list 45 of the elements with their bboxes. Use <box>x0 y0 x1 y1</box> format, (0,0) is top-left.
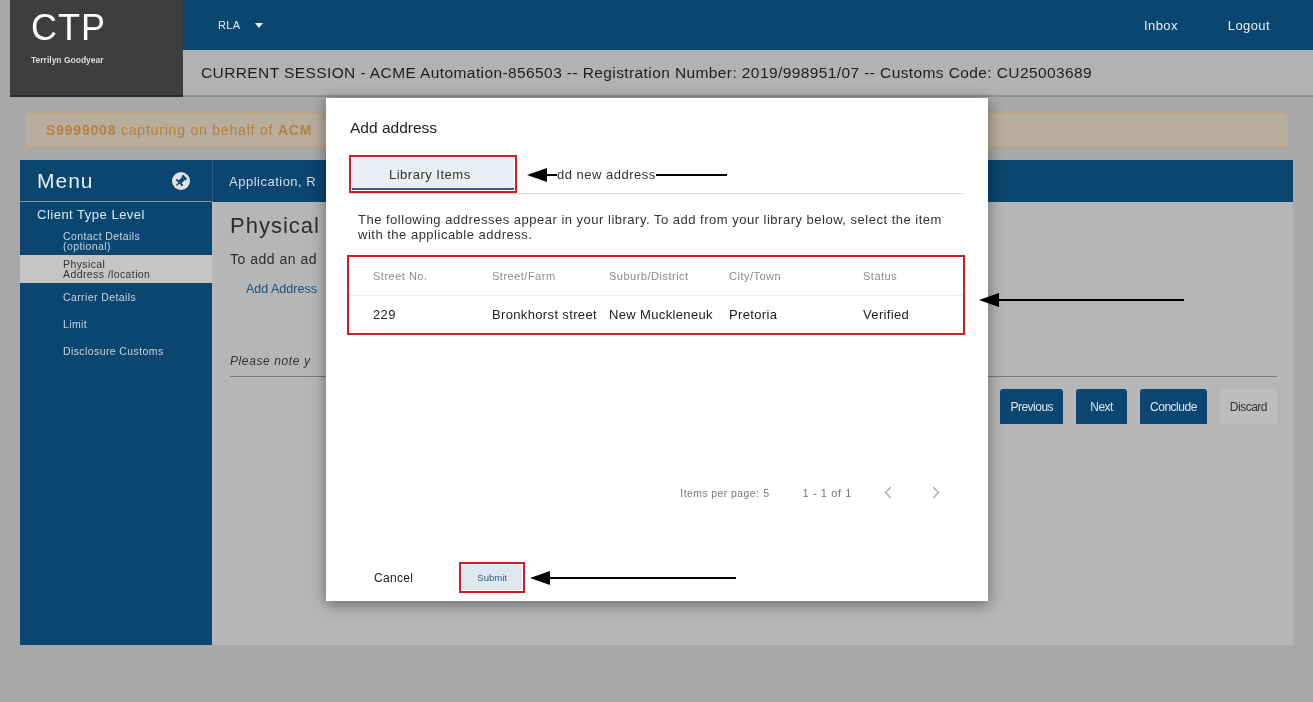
tab[interactable]: Library Items <box>349 155 517 193</box>
action-button[interactable]: Previous <box>1000 389 1064 424</box>
menu-item[interactable]: Client Type Level <box>20 208 212 222</box>
note-text: Please note y <box>230 354 311 368</box>
menu-subitem[interactable]: Carrier Details <box>20 283 212 310</box>
table-cell: New Muckleneuk <box>609 307 713 322</box>
add-address-link[interactable]: Add Address <box>246 281 317 297</box>
page-heading: Physical <box>230 214 320 238</box>
page-size-value[interactable]: 5 <box>763 486 770 499</box>
menu-subitem[interactable]: Disclosure Customs <box>20 337 212 364</box>
action-button[interactable]: Conclude <box>1140 389 1207 424</box>
table-row[interactable]: 229 Bronkhorst street New Muckleneuk Pretoria Verified <box>349 295 963 333</box>
column-header: Street No. <box>373 270 428 282</box>
column-header: Suburb/District <box>609 270 689 282</box>
menu-subitem[interactable]: Contact Details (optional) <box>20 227 212 255</box>
column-header: Status <box>863 270 898 282</box>
action-button[interactable]: Next <box>1076 389 1128 424</box>
caret-icon <box>254 22 263 28</box>
profile-dropdown[interactable]: RLA <box>218 19 263 31</box>
table-cell: 229 <box>373 307 396 322</box>
submit-button[interactable]: Submit <box>459 562 526 593</box>
logo-text: CTP <box>31 9 106 47</box>
column-header: City/Town <box>729 270 782 282</box>
dialog-description: The following addresses appear in your library. To add from your library below, select the item with the applicable address. <box>357 212 943 242</box>
breadcrumb-text: Application, R <box>229 173 317 189</box>
items-per-page-label: Items per page: <box>680 486 760 499</box>
alert-text: S9999008 capturing on behalf of ACM <box>46 122 313 138</box>
menu-subitem[interactable]: Physical Address /location <box>20 255 212 283</box>
session-info: CURRENT SESSION - ACME Automation-856503 -- Registration Number: 2019/998951/07 -- Customs Code: CU25003689 <box>201 63 1093 82</box>
cancel-button[interactable]: Cancel <box>372 568 416 587</box>
page-range-text: 1 - 1 of 1 <box>802 486 852 499</box>
column-header: Street/Farm <box>492 270 556 282</box>
user-name: Terrilyn Goodyear <box>31 55 104 65</box>
dialog-title: Add address <box>350 119 439 137</box>
tab[interactable]: dd new address <box>517 155 685 193</box>
action-button[interactable]: Discard <box>1219 389 1277 424</box>
menu-title: Menu <box>37 168 94 193</box>
menu-subitem[interactable]: Limit <box>20 310 212 337</box>
table-cell: Bronkhorst street <box>492 307 597 322</box>
table-cell: Pretoria <box>729 307 778 322</box>
pin-icon[interactable] <box>172 171 190 190</box>
nav-link[interactable]: Inbox <box>1144 17 1178 33</box>
table-cell: Verified <box>863 307 910 322</box>
nav-link[interactable]: Logout <box>1227 17 1270 33</box>
intro-text: To add an ad <box>230 251 317 267</box>
